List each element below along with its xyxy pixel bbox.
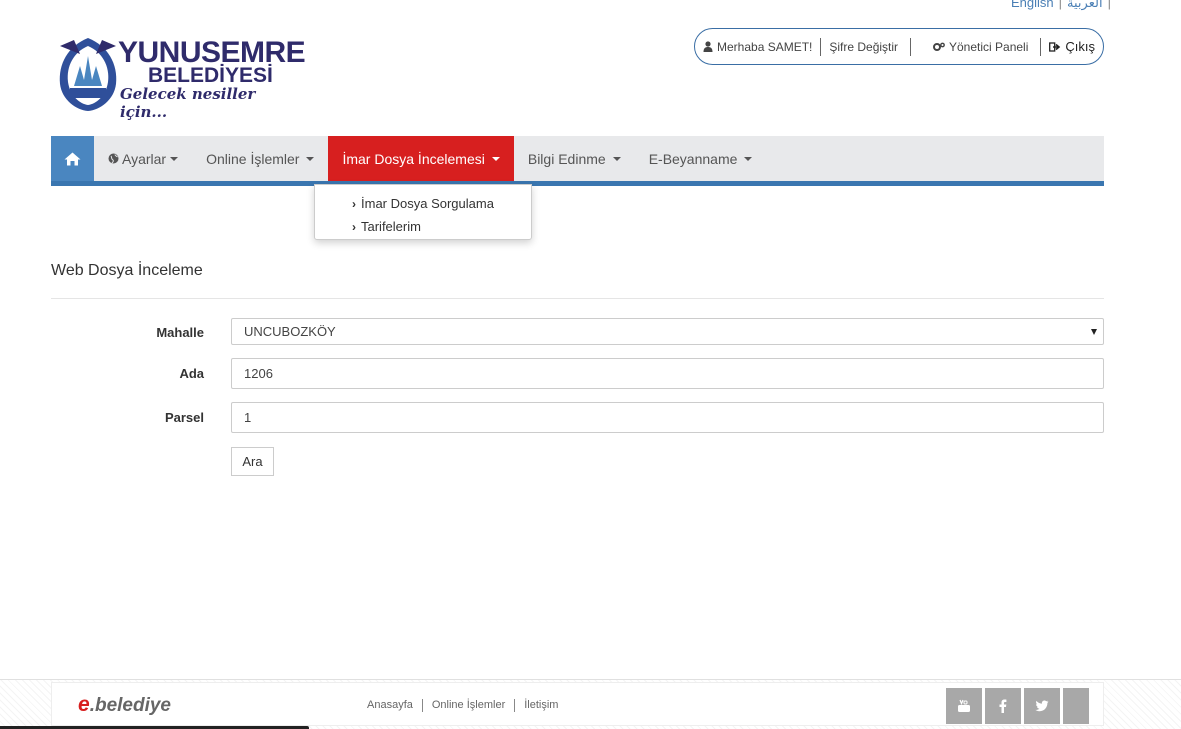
parsel-input[interactable]: 1 — [231, 402, 1104, 433]
menu-item-imar-sorgulama[interactable]: › İmar Dosya Sorgulama — [315, 192, 531, 215]
ada-label: Ada — [179, 366, 204, 381]
arabic-link[interactable]: العربية — [1067, 0, 1103, 10]
twitter-icon[interactable] — [1024, 688, 1060, 724]
logo-slogan: Gelecek nesiller için... — [120, 85, 256, 121]
nav-ayarlar[interactable]: Ayarlar — [94, 136, 192, 181]
footer-link-iletisim[interactable]: İletişim — [524, 699, 558, 712]
parsel-label: Parsel — [164, 410, 204, 425]
page-title: Web Dosya İnceleme — [51, 262, 203, 279]
more-icon[interactable] — [1063, 688, 1089, 724]
admin-panel-label: Yönetici Paneli — [949, 39, 1029, 54]
user-icon — [703, 41, 713, 52]
chevron-right-icon: › — [352, 196, 356, 211]
ada-input[interactable]: 1206 — [231, 358, 1104, 389]
facebook-icon[interactable] — [985, 688, 1021, 724]
caret-down-icon — [306, 156, 315, 161]
logout-label: Çıkış — [1065, 39, 1095, 54]
ada-value: 1206 — [244, 366, 273, 381]
parsel-value: 1 — [244, 410, 252, 425]
gears-icon — [933, 42, 945, 51]
divider — [514, 699, 516, 712]
footer: e.belediye Anasayfa Online İşlemler İlet… — [0, 679, 1181, 729]
mahalle-select[interactable]: UNCUBOZKÖY — [231, 318, 1104, 345]
language-switcher: English | العربية | — [1011, 0, 1116, 11]
nav-label: İmar Dosya İncelemesi — [342, 150, 485, 167]
greeting-text: Merhaba SAMET! — [717, 39, 813, 54]
menu-item-label: İmar Dosya Sorgulama — [361, 196, 494, 211]
nav-imar-dosya[interactable]: İmar Dosya İncelemesi — [328, 136, 514, 181]
mahalle-value: UNCUBOZKÖY — [244, 324, 336, 339]
footer-link-anasayfa[interactable]: Anasayfa — [367, 699, 413, 712]
imar-dropdown-menu: › İmar Dosya Sorgulama › Tarifelerim — [314, 184, 532, 240]
globe-icon — [108, 153, 119, 164]
brand-text: .belediye — [89, 695, 172, 716]
navbar-underline — [51, 181, 1104, 186]
search-button[interactable]: Ara — [231, 447, 274, 476]
nav-e-beyanname[interactable]: E-Beyanname — [635, 136, 767, 181]
nav-bilgi-edinme[interactable]: Bilgi Edinme — [514, 136, 635, 181]
nav-label: Ayarlar — [122, 150, 167, 167]
nav-label: Bilgi Edinme — [527, 150, 606, 167]
sign-out-icon — [1049, 41, 1061, 52]
nav-label: E-Beyanname — [648, 150, 738, 167]
footer-bar: e.belediye Anasayfa Online İşlemler İlet… — [51, 682, 1104, 726]
brand-e: e — [78, 693, 90, 716]
caret-down-icon — [491, 156, 500, 161]
footer-links: Anasayfa Online İşlemler İletişim — [367, 699, 558, 712]
caret-down-icon — [170, 156, 179, 161]
footer-link-online-islemler[interactable]: Online İşlemler — [432, 699, 505, 712]
nav-online-islemler[interactable]: Online İşlemler — [192, 136, 328, 181]
ebelediye-logo[interactable]: e.belediye — [78, 693, 171, 717]
menu-item-label: Tarifelerim — [361, 219, 421, 234]
user-bar: Merhaba SAMET! Şifre Değiştir Yönetici P… — [694, 28, 1104, 65]
change-password-label: Şifre Değiştir — [829, 39, 899, 54]
caret-down-icon — [612, 156, 621, 161]
youtube-icon[interactable] — [946, 688, 982, 724]
admin-panel-link[interactable]: Yönetici Paneli — [911, 40, 1040, 54]
menu-item-tarifelerim[interactable]: › Tarifelerim — [315, 215, 531, 238]
chevron-right-icon: › — [352, 219, 356, 234]
main-navbar: Ayarlar Online İşlemler İmar Dosya İncel… — [51, 136, 1104, 181]
mahalle-label: Mahalle — [156, 325, 204, 340]
divider — [421, 699, 423, 712]
logo-emblem-icon — [59, 38, 117, 111]
home-icon — [64, 152, 81, 165]
dropdown-arrow-icon — [1091, 328, 1097, 335]
english-link[interactable]: English — [1011, 0, 1054, 10]
logout-link[interactable]: Çıkış — [1041, 39, 1103, 54]
user-greeting[interactable]: Merhaba SAMET! — [695, 40, 820, 54]
nav-home[interactable] — [51, 136, 94, 181]
divider — [51, 298, 1104, 299]
change-password-link[interactable]: Şifre Değiştir — [821, 40, 910, 54]
caret-down-icon — [744, 156, 753, 161]
municipality-logo[interactable]: YUNUSEMRE BELEDİYESİ Gelecek nesiller iç… — [56, 36, 306, 121]
nav-label: Online İşlemler — [206, 150, 300, 167]
